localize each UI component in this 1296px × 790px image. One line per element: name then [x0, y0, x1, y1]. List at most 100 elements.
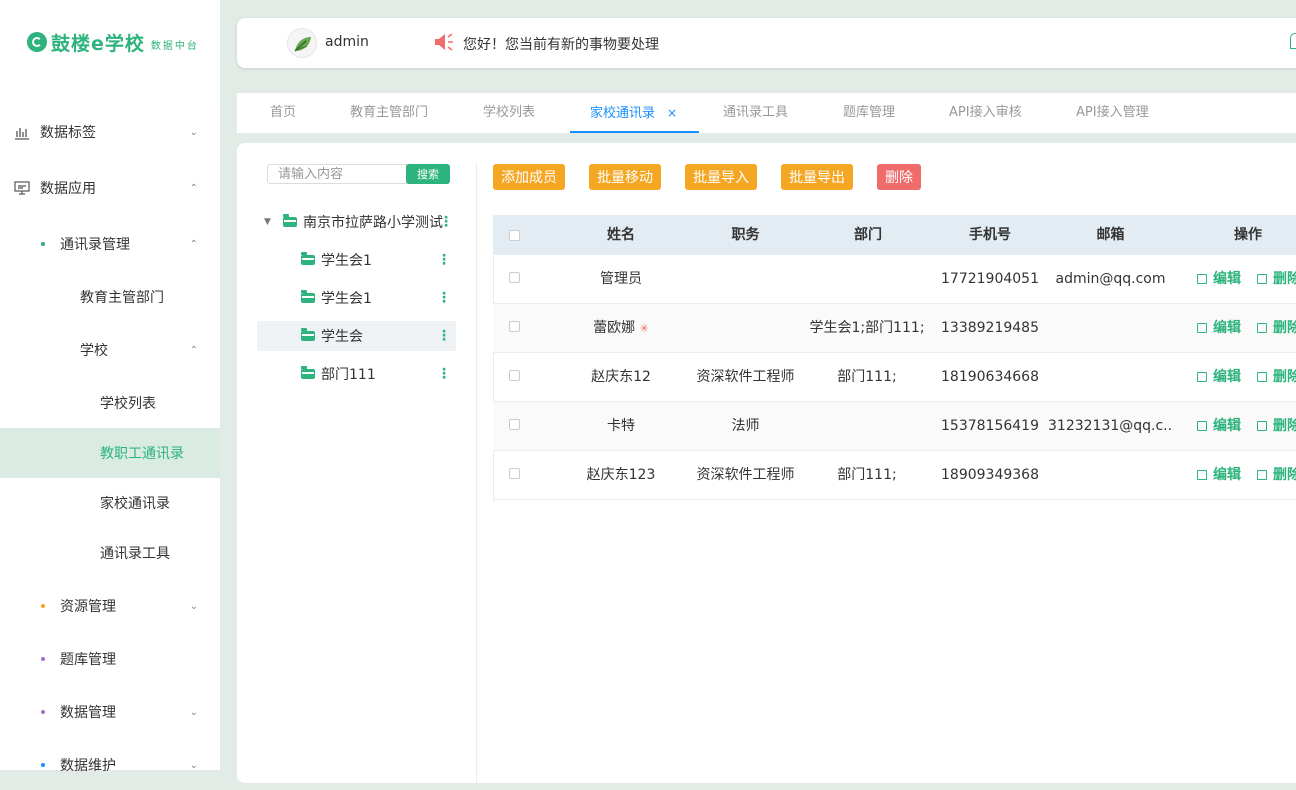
cell-name: 卡特 — [607, 418, 635, 434]
cell-title — [688, 255, 803, 304]
status-dot-icon — [41, 604, 45, 608]
select-all-checkbox[interactable] — [509, 230, 520, 241]
more-icon[interactable]: ⋮ — [437, 329, 451, 343]
folder-icon — [283, 214, 297, 227]
status-dot-icon — [41, 763, 45, 767]
trash-icon — [1257, 421, 1267, 431]
folder-icon — [301, 366, 315, 379]
edit-label: 编辑 — [1213, 418, 1241, 434]
tree-label: 学生会1 — [321, 253, 372, 269]
delete-row-button[interactable]: 删除 — [1257, 353, 1296, 402]
sidebar-item-contacts-tools[interactable]: 通讯录工具 — [0, 528, 220, 578]
trash-icon — [1257, 274, 1267, 284]
close-icon[interactable]: × — [667, 106, 677, 120]
sidebar-item-school[interactable]: 学校 ⌃ — [0, 325, 220, 375]
row-checkbox[interactable] — [509, 468, 520, 479]
row-checkbox[interactable] — [509, 419, 520, 430]
trash-icon — [1257, 372, 1267, 382]
caret-down-icon[interactable]: ▼ — [264, 217, 271, 227]
tree-node[interactable]: 学生会1 ⋮ — [257, 245, 456, 275]
sidebar-item-edu-dept[interactable]: 教育主管部门 — [0, 272, 220, 322]
speaker-icon — [435, 33, 453, 51]
status-dot-icon — [41, 710, 45, 714]
edit-icon — [1197, 274, 1207, 284]
edit-icon — [1197, 421, 1207, 431]
username[interactable]: admin — [325, 34, 369, 50]
edit-label: 编辑 — [1213, 271, 1241, 287]
tab-school-list[interactable]: 学校列表 — [483, 93, 535, 133]
edit-button[interactable]: 编辑 — [1197, 255, 1241, 304]
edit-label: 编辑 — [1213, 467, 1241, 483]
more-icon[interactable]: ⋮ — [437, 253, 451, 267]
sidebar-item-question-bank[interactable]: 题库管理 — [0, 634, 220, 684]
sidebar-item-data-maintenance[interactable]: 数据维护 ⌄ — [0, 740, 220, 790]
sidebar-item-resources[interactable]: 资源管理 ⌄ — [0, 581, 220, 631]
batch-export-button[interactable]: 批量导出 — [781, 164, 853, 190]
delete-row-button[interactable]: 删除 — [1257, 304, 1296, 353]
row-checkbox[interactable] — [509, 321, 520, 332]
sidebar-item-data-tags[interactable]: 数据标签 ⌄ — [0, 107, 220, 157]
tab-label: 家校通讯录 — [590, 106, 656, 121]
notice-text[interactable]: 您好！您当前有新的事物要处理 — [463, 34, 659, 54]
sidebar-item-school-list[interactable]: 学校列表 — [0, 378, 220, 428]
delete-label: 删除 — [1273, 467, 1296, 483]
batch-import-button[interactable]: 批量导入 — [685, 164, 757, 190]
edit-button[interactable]: 编辑 — [1197, 451, 1241, 500]
trash-icon — [1257, 470, 1267, 480]
search-input[interactable] — [267, 164, 407, 184]
sidebar-item-data-mgmt[interactable]: 数据管理 ⌄ — [0, 687, 220, 737]
edit-button[interactable]: 编辑 — [1197, 353, 1241, 402]
col-email: 邮箱 — [1096, 227, 1125, 243]
delete-row-button[interactable]: 删除 — [1257, 255, 1296, 304]
edit-icon — [1197, 372, 1207, 382]
tab-api-review[interactable]: API接入审核 — [949, 93, 1022, 133]
delete-label: 删除 — [1273, 271, 1296, 287]
row-checkbox[interactable] — [509, 272, 520, 283]
trash-icon — [1257, 323, 1267, 333]
bell-icon[interactable] — [1290, 33, 1296, 49]
delete-button[interactable]: 删除 — [877, 164, 921, 190]
tab-home-school-contacts[interactable]: 家校通讯录 × — [569, 93, 700, 133]
add-member-button[interactable]: 添加成员 — [493, 164, 565, 190]
row-checkbox[interactable] — [509, 370, 520, 381]
delete-row-button[interactable]: 删除 — [1257, 451, 1296, 500]
sidebar-item-label: 数据管理 — [60, 705, 116, 721]
cell-dept: 部门111; — [837, 369, 897, 385]
sidebar-item-contacts-mgmt[interactable]: 通讯录管理 ⌃ — [0, 219, 220, 269]
sidebar-item-staff-contacts[interactable]: 教职工通讯录 — [0, 428, 220, 478]
tree-label: 部门111 — [321, 367, 376, 383]
cell-email: admin@qq.com — [1055, 271, 1166, 287]
tab-contacts-tools[interactable]: 通讯录工具 — [723, 93, 788, 133]
sidebar: 鼓楼e学校 数据中台 数据标签 ⌄ 数据应用 ⌃ 通讯录管理 ⌃ 教育主管部门 … — [0, 0, 220, 774]
table-row: 卡特 法师 15378156419 31232131@qq.c... 编辑 删除 — [493, 402, 1296, 451]
search-button[interactable]: 搜索 — [406, 164, 450, 184]
col-title: 职务 — [731, 227, 760, 243]
chevron-up-icon: ⌃ — [189, 344, 198, 356]
sidebar-item-label: 学校 — [80, 343, 108, 359]
edit-button[interactable]: 编辑 — [1197, 402, 1241, 451]
more-icon[interactable]: ⋮ — [437, 367, 451, 381]
tab-home[interactable]: 首页 — [270, 93, 296, 133]
tab-question-bank[interactable]: 题库管理 — [843, 93, 895, 133]
more-icon[interactable]: ⋮ — [439, 215, 453, 229]
sidebar-item-home-school-contacts[interactable]: 家校通讯录 — [0, 478, 220, 528]
cell-phone: 18909349368 — [941, 467, 1039, 483]
edit-button[interactable]: 编辑 — [1197, 304, 1241, 353]
tree-root[interactable]: ▼ 南京市拉萨路小学测试 ⋮ — [257, 207, 456, 237]
tree-node[interactable]: 部门111 ⋮ — [257, 359, 456, 389]
chevron-up-icon: ⌃ — [189, 182, 198, 194]
tree-node[interactable]: 学生会 ⋮ — [257, 321, 456, 351]
sidebar-item-data-apps[interactable]: 数据应用 ⌃ — [0, 163, 220, 213]
tab-api-mgmt[interactable]: API接入管理 — [1076, 93, 1149, 133]
batch-move-button[interactable]: 批量移动 — [589, 164, 661, 190]
tab-edu-dept[interactable]: 教育主管部门 — [350, 93, 428, 133]
more-icon[interactable]: ⋮ — [437, 291, 451, 305]
sidebar-item-label: 教职工通讯录 — [100, 446, 184, 462]
sidebar-item-label: 家校通讯录 — [100, 496, 170, 512]
delete-row-button[interactable]: 删除 — [1257, 402, 1296, 451]
brand-logo[interactable]: 鼓楼e学校 数据中台 — [27, 28, 199, 56]
cell-title: 法师 — [731, 418, 760, 434]
col-dept: 部门 — [854, 227, 882, 243]
avatar[interactable] — [287, 28, 317, 58]
tree-node[interactable]: 学生会1 ⋮ — [257, 283, 456, 313]
